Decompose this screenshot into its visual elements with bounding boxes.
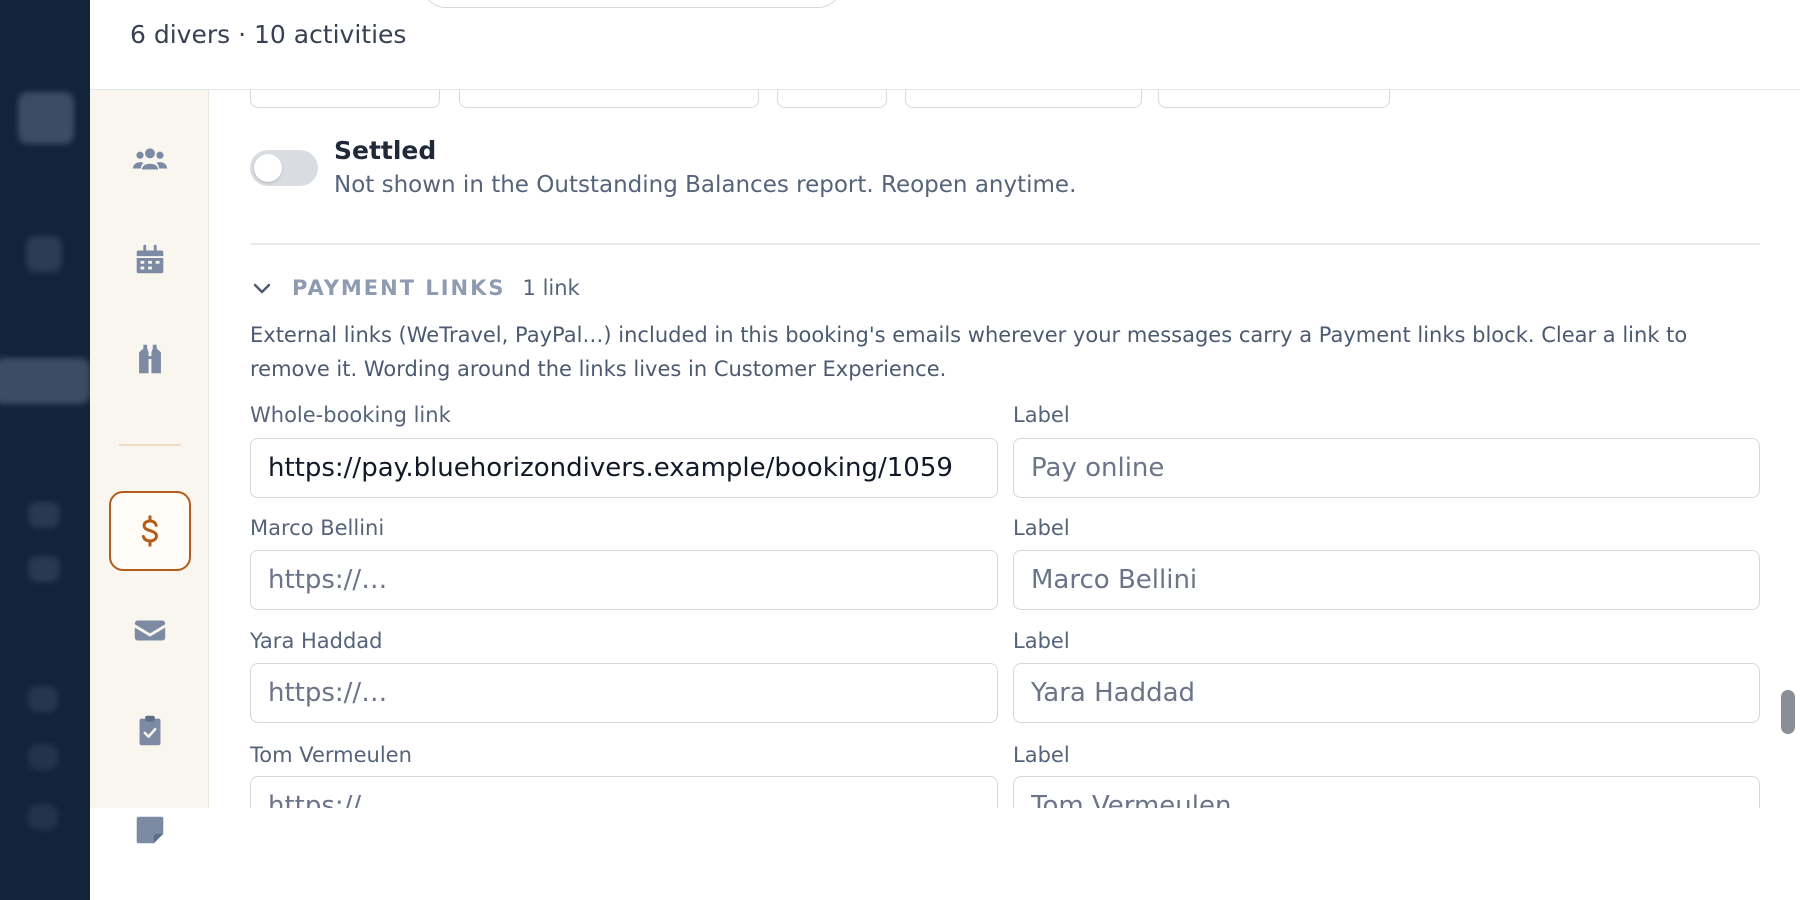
envelope-icon bbox=[134, 620, 166, 641]
diver-label-input[interactable] bbox=[1013, 776, 1760, 808]
chevron-down-icon bbox=[253, 283, 271, 294]
clipped-field[interactable] bbox=[250, 90, 440, 108]
settled-toggle[interactable] bbox=[250, 150, 318, 186]
whole-booking-link-input[interactable] bbox=[250, 438, 998, 498]
diver-label-input[interactable] bbox=[1013, 663, 1760, 723]
diver-label-input[interactable] bbox=[1013, 550, 1760, 610]
clipped-field[interactable] bbox=[777, 90, 887, 108]
payment-links-title: PAYMENT LINKS bbox=[292, 276, 506, 300]
label-field-label: Label bbox=[1013, 629, 1070, 653]
link-field-label: Yara Haddad bbox=[250, 629, 383, 653]
booking-subtitle: 6 divers · 10 activities bbox=[130, 20, 407, 49]
clipped-field[interactable] bbox=[1158, 90, 1390, 108]
app-backdrop bbox=[0, 0, 90, 900]
nav-divers[interactable] bbox=[109, 120, 191, 200]
calendar-icon bbox=[136, 244, 164, 274]
nav-equipment[interactable] bbox=[109, 319, 191, 399]
content-scrollbar-thumb[interactable] bbox=[1781, 690, 1795, 734]
label-field-label: Label bbox=[1013, 403, 1070, 427]
diver-link-input[interactable] bbox=[250, 663, 998, 723]
modal-content: Settled Not shown in the Outstanding Bal… bbox=[209, 90, 1800, 808]
diver-link-input[interactable] bbox=[250, 550, 998, 610]
nav-notes[interactable] bbox=[109, 790, 191, 870]
settled-title: Settled bbox=[334, 136, 437, 165]
link-field-label: Whole-booking link bbox=[250, 403, 451, 427]
users-icon bbox=[132, 148, 168, 170]
settled-description: Not shown in the Outstanding Balances re… bbox=[334, 172, 1077, 198]
sticky-note-icon bbox=[136, 816, 164, 844]
section-nav-rail bbox=[90, 90, 209, 808]
clipped-field[interactable] bbox=[905, 90, 1142, 108]
payment-links-count: 1 link bbox=[522, 276, 580, 300]
label-field-label: Label bbox=[1013, 516, 1070, 540]
label-field-label: Label bbox=[1013, 743, 1070, 767]
payment-links-section-toggle[interactable]: PAYMENT LINKS 1 link bbox=[250, 268, 580, 308]
diver-link-input[interactable] bbox=[250, 776, 998, 808]
modal-header: 6 divers · 10 activities bbox=[90, 0, 1800, 90]
nav-schedule[interactable] bbox=[109, 219, 191, 299]
dive-gear-icon bbox=[139, 344, 161, 374]
section-divider bbox=[250, 243, 1760, 245]
payment-links-help: External links (WeTravel, PayPal…) inclu… bbox=[250, 323, 1688, 381]
clipped-field[interactable] bbox=[459, 90, 759, 108]
nav-payments[interactable] bbox=[109, 491, 191, 571]
whole-booking-label-input[interactable] bbox=[1013, 438, 1760, 498]
nav-divider bbox=[119, 444, 181, 446]
clipboard-check-icon bbox=[139, 715, 161, 746]
link-field-label: Tom Vermeulen bbox=[250, 743, 412, 767]
nav-emails[interactable] bbox=[109, 590, 191, 670]
dollar-icon bbox=[141, 515, 158, 547]
booking-modal: 6 divers · 10 activities Settled Not sho… bbox=[90, 0, 1800, 900]
toggle-knob bbox=[254, 154, 282, 182]
header-search-pill[interactable] bbox=[422, 0, 842, 8]
nav-checklist[interactable] bbox=[109, 690, 191, 770]
link-field-label: Marco Bellini bbox=[250, 516, 385, 540]
